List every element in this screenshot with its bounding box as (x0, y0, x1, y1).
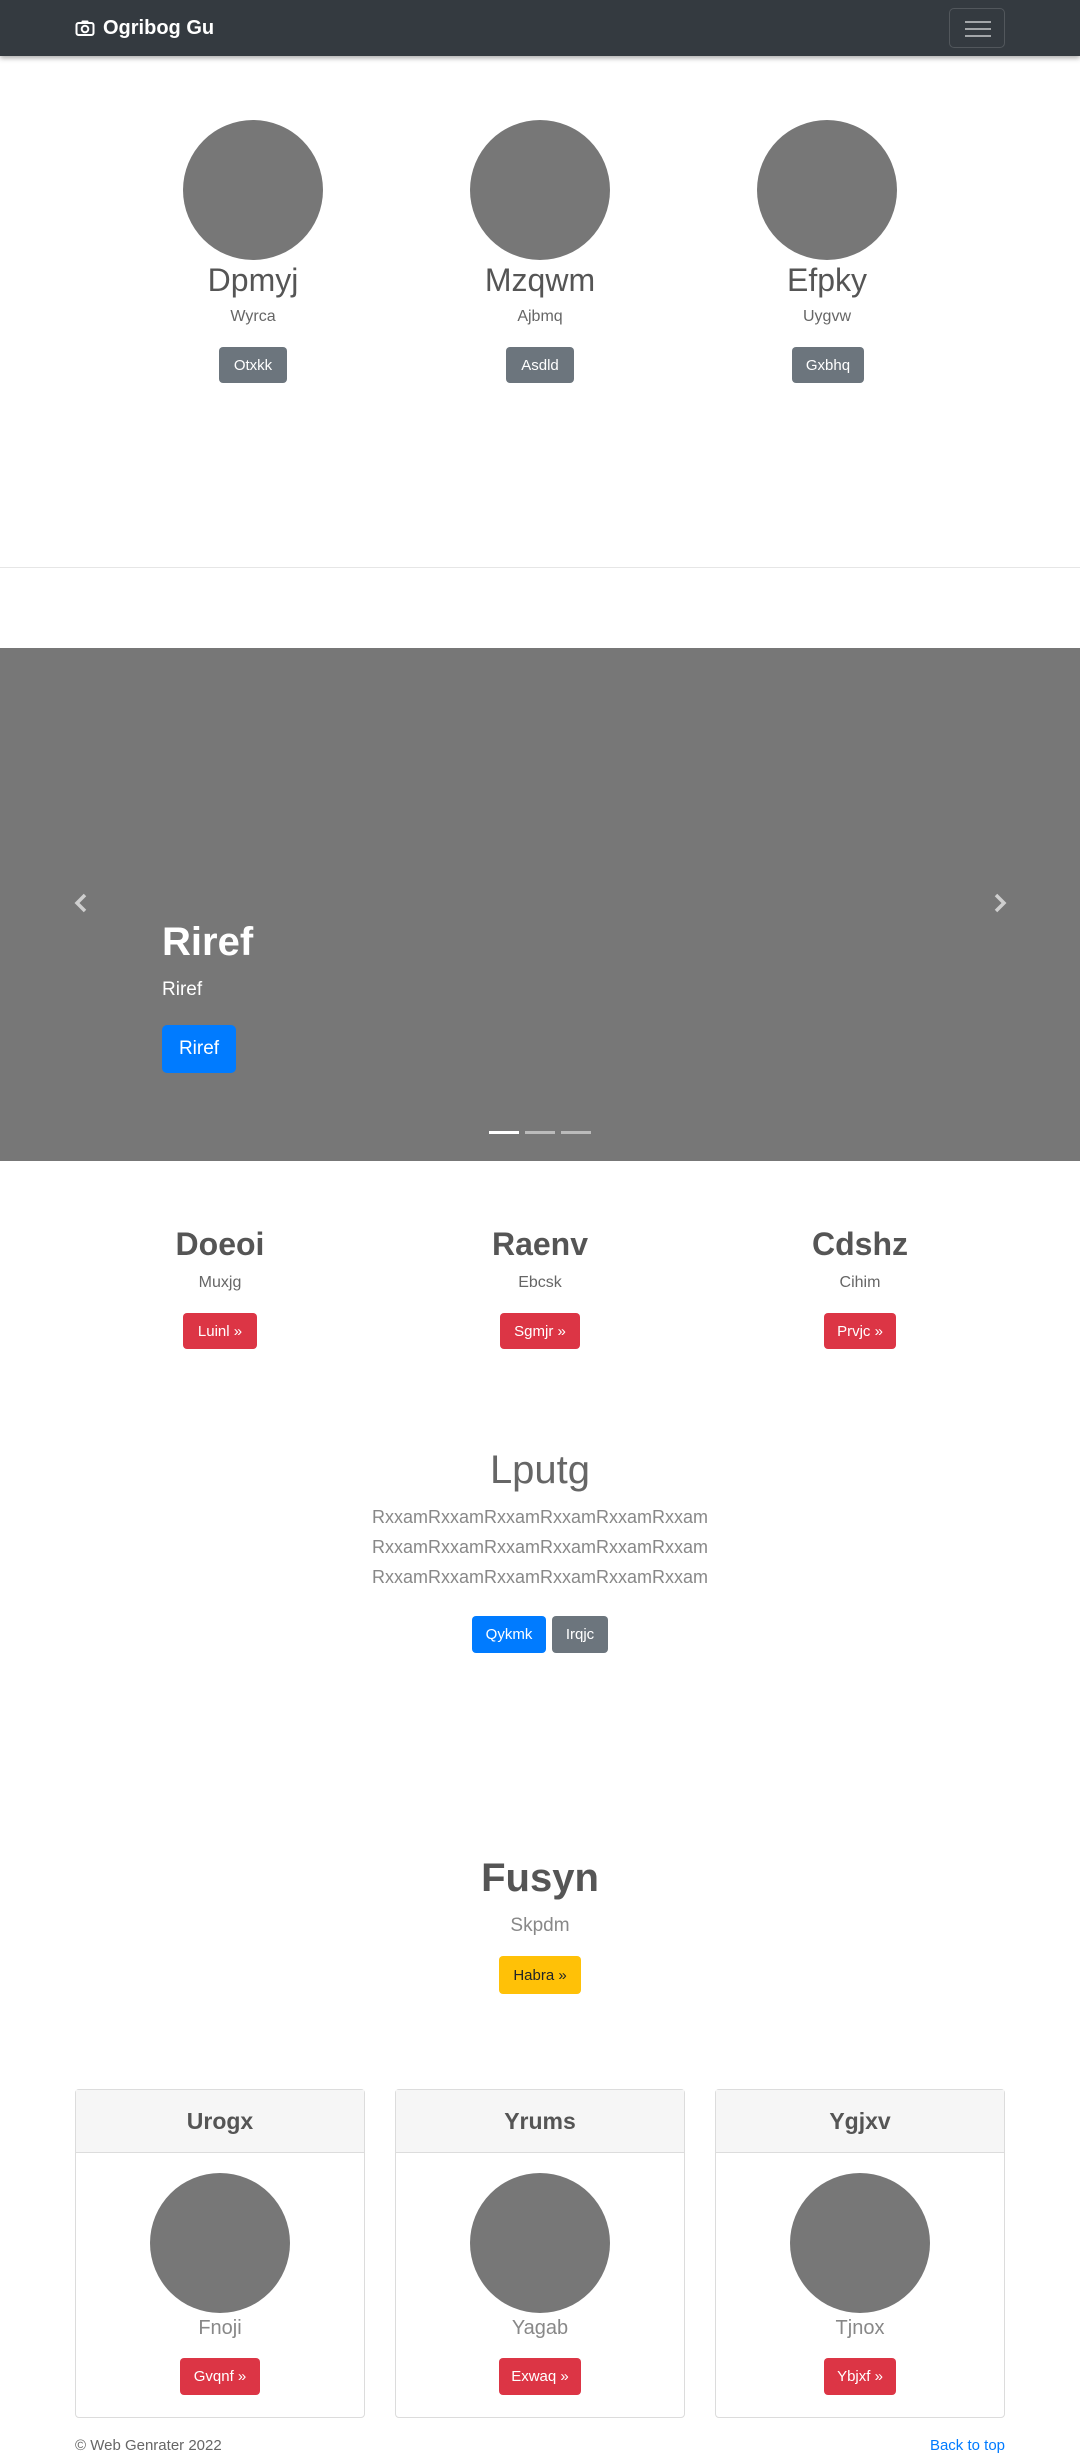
card-avatar (790, 2173, 930, 2313)
section-divider (0, 567, 1080, 568)
jumbo-primary-button[interactable]: Qykmk (472, 1616, 546, 1653)
navbar: Ogribog Gu (0, 0, 1080, 56)
team-avatar (757, 120, 897, 260)
feature-subtitle: Cihim (839, 1274, 881, 1291)
card-name: Fnoji (198, 2317, 242, 2339)
carousel-heading: Riref (162, 920, 254, 964)
feature-button[interactable]: Luinl » (183, 1313, 257, 1349)
team-name: Dpmyj (207, 262, 299, 298)
feature-title: Cdshz (812, 1226, 908, 1262)
team-button[interactable]: Otxkk (219, 347, 287, 383)
feature-button[interactable]: Sgmjr » (500, 1313, 580, 1349)
carousel-indicator[interactable] (561, 1131, 591, 1134)
profile-card: Yrums Yagab Exwaq » (395, 2089, 685, 2418)
team-button[interactable]: Asdld (506, 347, 574, 383)
carousel-indicator[interactable] (525, 1131, 555, 1134)
card-avatar (470, 2173, 610, 2313)
card-avatar (150, 2173, 290, 2313)
brand-text: Ogribog Gu (103, 16, 215, 39)
team-avatar (470, 120, 610, 260)
promo-button[interactable]: Habra » (499, 1956, 581, 1994)
back-to-top-link[interactable]: Back to top (930, 2437, 1005, 2454)
jumbo-line: RxxamRxxamRxxamRxxamRxxamRxxam (371, 1507, 709, 1527)
team-button[interactable]: Gxbhq (792, 347, 864, 383)
camera-icon (75, 20, 95, 36)
carousel-caption: Riref (162, 979, 203, 1000)
jumbo-title: Lputg (489, 1448, 591, 1492)
carousel-next-icon[interactable] (987, 891, 1011, 915)
profile-card: Ygjxv Tjnox Ybjxf » (715, 2089, 1005, 2418)
navbar-brand[interactable]: Ogribog Gu (75, 15, 214, 41)
card-button[interactable]: Gvqnf » (180, 2358, 260, 2395)
feature-subtitle: Muxjg (198, 1274, 242, 1291)
card-header: Ygjxv (716, 2090, 1004, 2153)
team-subtitle: Ajbmq (517, 308, 563, 325)
menu-toggle-button[interactable] (949, 8, 1005, 48)
promo-title: Fusyn (481, 1856, 599, 1900)
team-subtitle: Uygvw (802, 308, 851, 325)
jumbo-line: RxxamRxxamRxxamRxxamRxxamRxxam (371, 1567, 709, 1587)
team-avatar (183, 120, 323, 260)
card-name: Tjnox (835, 2317, 885, 2339)
feature-title: Raenv (491, 1226, 589, 1262)
card-button[interactable]: Exwaq » (499, 2358, 581, 2395)
footer-copyright: © Web Genrater 2022 (75, 2437, 222, 2454)
profile-card: Urogx Fnoji Gvqnf » (75, 2089, 365, 2418)
card-name: Yagab (511, 2317, 569, 2339)
jumbo-secondary-button[interactable]: Irqjc (552, 1616, 608, 1653)
hamburger-icon (965, 21, 991, 23)
jumbo-line: RxxamRxxamRxxamRxxamRxxamRxxam (371, 1537, 709, 1557)
promo-subtitle: Skpdm (510, 1915, 570, 1936)
feature-title: Doeoi (175, 1226, 265, 1262)
team-subtitle: Wyrca (230, 308, 276, 325)
card-header: Urogx (76, 2090, 364, 2153)
carousel-prev-icon[interactable] (70, 891, 94, 915)
carousel: Riref Riref Riref (0, 648, 1080, 1161)
feature-subtitle: Ebcsk (518, 1274, 562, 1291)
team-name: Mzqwm (484, 262, 596, 298)
team-name: Efpky (786, 262, 868, 298)
feature-button[interactable]: Prvjc » (824, 1313, 896, 1349)
card-button[interactable]: Ybjxf » (824, 2358, 896, 2395)
carousel-button[interactable]: Riref (162, 1025, 236, 1073)
card-header: Yrums (396, 2090, 684, 2153)
carousel-indicator[interactable] (489, 1131, 519, 1134)
